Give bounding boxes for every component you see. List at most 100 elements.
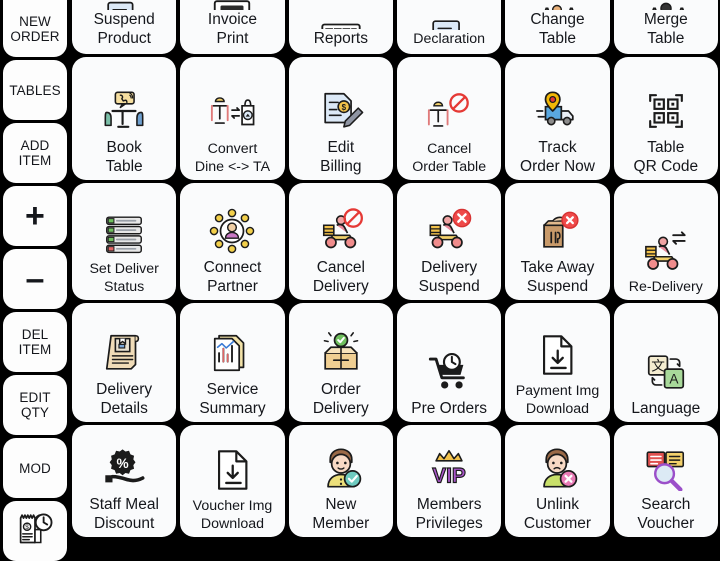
svg-text:VIP: VIP: [432, 464, 466, 487]
function-tile[interactable]: Book Table: [72, 57, 176, 180]
function-tile[interactable]: Table QR Code: [614, 57, 718, 180]
function-tile-label: New Member: [310, 495, 371, 533]
function-tile[interactable]: Invoice Print: [180, 0, 284, 54]
sidebar-item-label: DEL ITEM: [19, 327, 52, 357]
sidebar-item-label: +: [25, 199, 45, 233]
function-tile-label: Suspend Product: [92, 10, 157, 48]
receipt-clock-icon: $: [12, 508, 58, 554]
book-table-icon: [72, 85, 176, 137]
sidebar-item-decrease-qty[interactable]: –: [3, 249, 67, 309]
function-tile-label: Take Away Suspend: [519, 258, 597, 296]
function-tile[interactable]: % Staff Meal Discount: [72, 425, 176, 537]
function-grid: Suspend Product Invoice Print Reports De…: [70, 0, 720, 540]
payment-img-download-icon: [505, 329, 609, 381]
sidebar-item-edit-qty[interactable]: EDIT QTY: [3, 375, 67, 435]
sidebar-item-tables[interactable]: TABLES: [3, 60, 67, 120]
function-tile[interactable]: Delivery Suspend: [397, 183, 501, 300]
sidebar-item-label: ADD ITEM: [19, 138, 52, 168]
function-tile-label: Re-Delivery: [627, 278, 705, 296]
function-tile-label: Order Delivery: [311, 380, 371, 418]
sidebar-item-label: NEW ORDER: [10, 14, 59, 44]
function-tile[interactable]: Unlink Customer: [505, 425, 609, 537]
reports-icon: [289, 13, 393, 29]
function-tile[interactable]: Service Summary: [180, 303, 284, 422]
function-tile[interactable]: A AMerge Table: [614, 0, 718, 54]
search-voucher-icon: [614, 442, 718, 494]
service-summary-icon: [180, 327, 284, 379]
function-tile-label: Members Privileges: [414, 495, 485, 533]
function-tile[interactable]: Re-Delivery: [614, 183, 718, 300]
sidebar-item-order-history[interactable]: $: [3, 501, 67, 561]
function-tile[interactable]: Search Voucher: [614, 425, 718, 537]
function-tile[interactable]: Pre Orders: [397, 303, 501, 422]
sidebar-item-increase-qty[interactable]: +: [3, 186, 67, 246]
function-tile-label: Change Table: [528, 10, 586, 48]
take-away-suspend-icon: [505, 205, 609, 257]
svg-text:文: 文: [651, 359, 665, 374]
members-privileges-icon: VIP: [397, 442, 501, 494]
pre-orders-icon: [397, 346, 501, 398]
function-tile[interactable]: Connect Partner: [180, 183, 284, 300]
function-tile[interactable]: Take Away Suspend: [505, 183, 609, 300]
function-tile-label: Unlink Customer: [522, 495, 593, 533]
function-tile[interactable]: Cancel Order Table: [397, 57, 501, 180]
table-qr-code-icon: [614, 85, 718, 137]
function-tile-label: Connect Partner: [202, 258, 264, 296]
sidebar-item-add-item[interactable]: ADD ITEM: [3, 123, 67, 183]
function-tile[interactable]: A A Change Table: [505, 0, 609, 54]
function-tile[interactable]: Declaration: [397, 0, 501, 54]
function-tile-label: Service Summary: [197, 380, 267, 418]
sidebar-item-label: EDIT QTY: [19, 390, 50, 420]
sidebar-item-mod[interactable]: MOD: [3, 438, 67, 498]
new-member-icon: [289, 442, 393, 494]
function-tile[interactable]: VIP Members Privileges: [397, 425, 501, 537]
voucher-img-download-icon: [180, 444, 284, 496]
function-tile[interactable]: 文 A Language: [614, 303, 718, 422]
merge-table-icon: A A: [614, 0, 718, 10]
function-tile[interactable]: Voucher Img Download: [180, 425, 284, 537]
function-tile-label: Cancel Order Table: [410, 140, 488, 176]
function-tile[interactable]: New Member: [289, 425, 393, 537]
function-tile-label: Convert Dine <-> TA: [193, 140, 272, 176]
re-delivery-icon: [614, 225, 718, 277]
delivery-details-icon: [72, 327, 176, 379]
function-tile[interactable]: Payment Img Download: [505, 303, 609, 422]
declaration-icon: [397, 14, 501, 30]
suspend-product-icon: [72, 0, 176, 10]
cancel-delivery-icon: [289, 205, 393, 257]
function-tile[interactable]: Set Deliver Status: [72, 183, 176, 300]
function-tile[interactable]: Reports: [289, 0, 393, 54]
function-tile-label: Voucher Img Download: [191, 497, 275, 533]
function-tile[interactable]: Suspend Product: [72, 0, 176, 54]
svg-text:$: $: [342, 103, 347, 112]
sidebar-item-label: TABLES: [9, 83, 60, 98]
function-tile-label: Set Deliver Status: [87, 260, 160, 296]
function-tile[interactable]: Cancel Delivery: [289, 183, 393, 300]
function-tile[interactable]: Order Delivery: [289, 303, 393, 422]
set-deliver-status-icon: [72, 207, 176, 259]
cancel-order-table-icon: [397, 87, 501, 139]
language-icon: 文 A: [614, 346, 718, 398]
function-tile-label: Track Order Now: [518, 138, 597, 176]
connect-partner-icon: [180, 205, 284, 257]
sidebar: NEW ORDER TABLES ADD ITEM + – DEL ITEM EDIT QT…: [0, 0, 70, 540]
svg-text:A: A: [669, 372, 679, 387]
function-tile[interactable]: Track Order Now: [505, 57, 609, 180]
function-tile-label: Search Voucher: [635, 495, 696, 533]
function-tile[interactable]: Delivery Details: [72, 303, 176, 422]
unlink-customer-icon: [505, 442, 609, 494]
sidebar-item-del-item[interactable]: DEL ITEM: [3, 312, 67, 372]
function-tile-label: Edit Billing: [318, 138, 363, 176]
function-tile-label: Reports: [312, 29, 370, 48]
function-tile-label: Delivery Suspend: [417, 258, 482, 296]
function-tile-label: Language: [629, 399, 702, 418]
function-tile[interactable]: Convert Dine <-> TA: [180, 57, 284, 180]
edit-billing-icon: $: [289, 85, 393, 137]
sidebar-item-label: –: [25, 262, 44, 296]
track-order-now-icon: [505, 85, 609, 137]
function-tile-label: Pre Orders: [409, 399, 489, 418]
sidebar-item-new-order[interactable]: NEW ORDER: [3, 0, 67, 57]
function-tile[interactable]: $ Edit Billing: [289, 57, 393, 180]
function-tile-label: Cancel Delivery: [311, 258, 371, 296]
function-tile-label: Invoice Print: [206, 10, 259, 48]
